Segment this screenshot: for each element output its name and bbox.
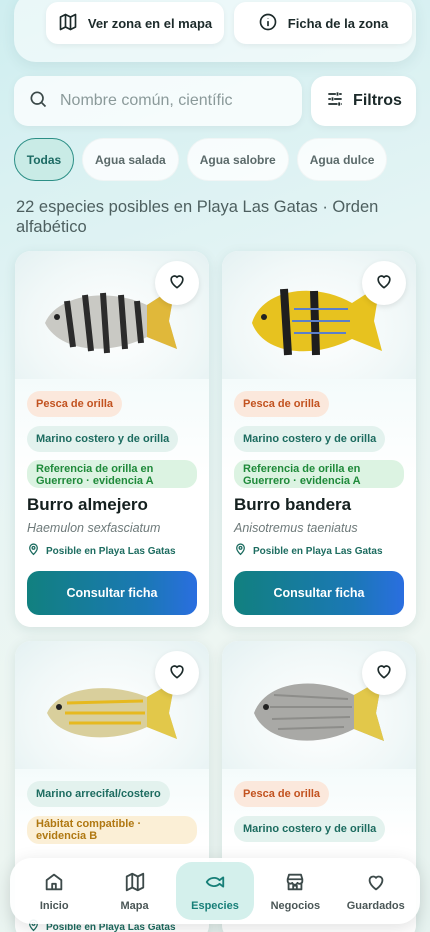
species-image <box>222 641 416 769</box>
search-input[interactable] <box>60 92 260 110</box>
favorite-button[interactable] <box>362 261 406 305</box>
nav-negocios-label: Negocios <box>270 899 321 912</box>
nav-inicio-label: Inicio <box>39 899 69 912</box>
fish-icon <box>203 871 227 896</box>
heart-icon <box>374 271 394 296</box>
evidence-tag: Referencia de orilla en Guerrero · evide… <box>234 460 404 488</box>
location-pin-icon <box>27 543 40 559</box>
zone-info-button[interactable]: Ficha de la zona <box>234 2 412 44</box>
favorite-button[interactable] <box>155 651 199 695</box>
filters-button[interactable]: Filtros <box>311 76 416 126</box>
favorite-button[interactable] <box>155 261 199 305</box>
species-image <box>222 251 416 379</box>
nav-guardados-label: Guardados <box>346 899 405 912</box>
method-tag: Pesca de orilla <box>234 391 330 417</box>
heart-icon <box>167 271 187 296</box>
nav-especies-label: Especies <box>191 899 239 912</box>
species-card: Pesca de orilla Marino costero y de oril… <box>222 251 416 627</box>
location-pin-icon <box>234 543 247 559</box>
species-name: Burro bandera <box>234 495 352 514</box>
location-text: Posible en Playa Las Gatas <box>253 545 383 557</box>
nav-mapa-label: Mapa <box>120 899 149 912</box>
sliders-icon <box>325 89 345 114</box>
search-icon <box>28 89 48 114</box>
favorite-button[interactable] <box>362 651 406 695</box>
habitat-tag: Marino costero y de orilla <box>27 426 179 452</box>
method-tag: Pesca de orilla <box>234 781 330 807</box>
store-icon <box>284 871 306 896</box>
heart-icon <box>374 661 394 686</box>
heart-icon <box>167 661 187 686</box>
species-card: Pesca de orilla Marino costero y de oril… <box>15 251 209 627</box>
scientific-name: Anisotremus taeniatus <box>234 521 358 535</box>
nav-negocios[interactable]: Negocios <box>256 862 334 920</box>
habitat-tag: Marino arrecifal/costero <box>27 781 170 807</box>
view-species-button[interactable]: Consultar ficha <box>27 571 197 615</box>
method-tag: Pesca de orilla <box>27 391 123 417</box>
chip-agua-salada[interactable]: Agua salada <box>82 138 179 181</box>
map-icon <box>58 12 78 35</box>
home-icon <box>43 871 65 896</box>
species-name: Burro almejero <box>27 495 148 514</box>
nav-especies[interactable]: Especies <box>175 862 254 920</box>
view-species-button[interactable]: Consultar ficha <box>234 571 404 615</box>
evidence-tag: Referencia de orilla en Guerrero · evide… <box>27 460 197 488</box>
bottom-navigation: Inicio Mapa Especies Negocios Guardados <box>10 858 420 924</box>
nav-mapa[interactable]: Mapa <box>96 862 174 920</box>
nav-guardados[interactable]: Guardados <box>337 862 415 920</box>
chip-todas[interactable]: Todas <box>14 138 74 181</box>
results-summary: 22 especies posibles en Playa Las Gatas … <box>16 198 379 236</box>
habitat-tag: Marino costero y de orilla <box>234 816 386 842</box>
map-icon <box>124 871 146 896</box>
nav-inicio[interactable]: Inicio <box>15 862 93 920</box>
species-search-box[interactable] <box>14 76 302 126</box>
location-label: Posible en Playa Las Gatas <box>27 543 176 559</box>
filters-label: Filtros <box>353 92 402 109</box>
location-text: Posible en Playa Las Gatas <box>46 545 176 557</box>
chip-agua-salobre[interactable]: Agua salobre <box>186 138 289 181</box>
scientific-name: Haemulon sexfasciatum <box>27 521 161 535</box>
zone-actions-card: Ver zona en el mapa Ficha de la zona <box>14 0 416 62</box>
species-image <box>15 251 209 379</box>
view-zone-map-button[interactable]: Ver zona en el mapa <box>46 2 224 44</box>
species-image <box>15 641 209 769</box>
info-icon <box>258 12 278 35</box>
zone-info-label: Ficha de la zona <box>287 15 389 31</box>
habitat-tag: Marino costero y de orilla <box>234 426 386 452</box>
heart-icon <box>365 871 387 896</box>
evidence-tag: Hábitat compatible · evidencia B <box>27 816 197 844</box>
chip-agua-dulce[interactable]: Agua dulce <box>296 138 388 181</box>
view-zone-map-label: Ver zona en el mapa <box>87 15 213 31</box>
location-label: Posible en Playa Las Gatas <box>234 543 383 559</box>
water-type-chips: Todas Agua salada Agua salobre Agua dulc… <box>14 138 388 181</box>
